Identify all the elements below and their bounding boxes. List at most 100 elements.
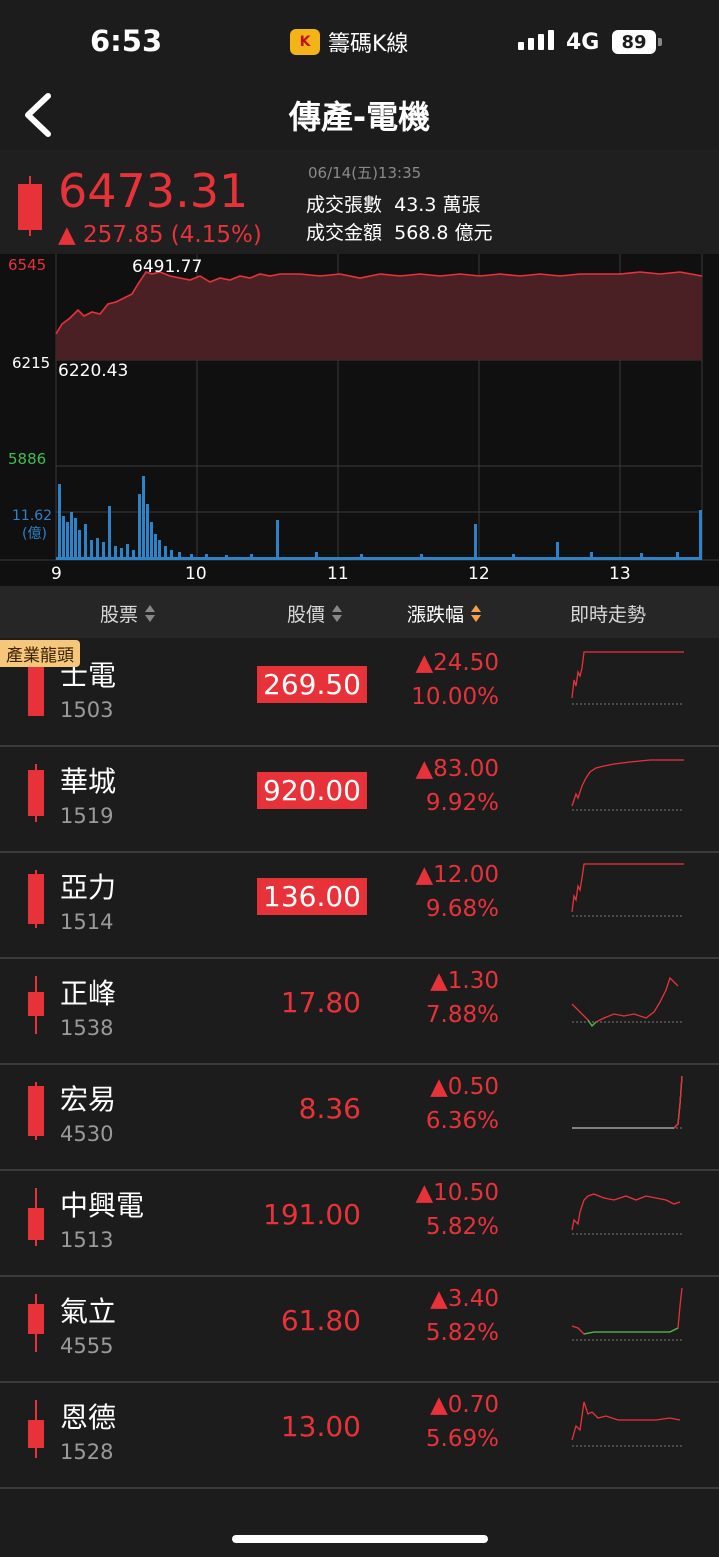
sort-price-button[interactable]: 股價 xyxy=(287,600,343,627)
stock-change-percent: 9.92% xyxy=(425,790,499,816)
stock-price: 17.80 xyxy=(280,986,361,1019)
stock-name: 正峰 xyxy=(60,977,117,1010)
x-tick: 9 xyxy=(51,564,62,584)
stock-change-percent: 7.88% xyxy=(425,1002,499,1028)
stock-code: 4530 xyxy=(60,1122,114,1146)
battery-icon: 89 xyxy=(612,30,656,54)
up-candle-icon xyxy=(28,1400,44,1458)
quote-datetime: 06/14(五)13:35 xyxy=(308,164,422,182)
stock-price: 13.00 xyxy=(280,1410,361,1443)
industry-leader-badge: 產業龍頭 xyxy=(0,640,80,667)
sparkline-chart xyxy=(572,1075,684,1129)
amount-stat: 成交金額 568.8 億元 xyxy=(306,222,493,244)
stock-code: 4555 xyxy=(60,1334,114,1358)
index-change: ▲ 257.85 (4.15%) xyxy=(58,222,262,248)
stock-row[interactable]: 華城 1519 920.00 ▲83.00 9.92% xyxy=(0,746,719,853)
status-app: K 籌碼K線 xyxy=(290,26,408,58)
up-candle-icon xyxy=(28,1294,44,1352)
stock-code: 1513 xyxy=(60,1228,114,1252)
stock-change: ▲1.30 xyxy=(430,968,499,994)
stock-name: 亞力 xyxy=(60,871,117,904)
stock-change-percent: 9.68% xyxy=(425,896,499,922)
sparkline-chart xyxy=(571,1193,684,1235)
y-mid-label: 6215 xyxy=(12,354,50,372)
stock-row[interactable]: 中興電 1513 191.00 ▲10.50 5.82% xyxy=(0,1170,719,1277)
sort-stock-button[interactable]: 股票 xyxy=(100,600,156,627)
stock-name: 中興電 xyxy=(60,1189,145,1222)
sparkline-chart xyxy=(571,1401,684,1447)
stock-code: 1514 xyxy=(60,910,114,934)
y-low-label: 5886 xyxy=(8,450,46,468)
stock-name: 氣立 xyxy=(60,1295,117,1328)
stock-price: 269.50 xyxy=(257,666,367,703)
sparkline-chart xyxy=(571,863,684,917)
x-tick: 10 xyxy=(185,564,207,584)
up-candle-icon xyxy=(18,176,42,236)
page-title: 傳產-電機 xyxy=(288,98,431,136)
up-candle-icon xyxy=(28,1188,44,1246)
up-candle-icon xyxy=(28,870,44,928)
chart-min-label: 6220.43 xyxy=(58,361,128,381)
stock-code: 1503 xyxy=(60,698,114,722)
status-app-name: 籌碼K線 xyxy=(328,32,409,57)
stock-change: ▲83.00 xyxy=(415,756,499,782)
stock-price: 136.00 xyxy=(257,878,367,915)
sort-icon xyxy=(144,604,156,623)
stock-price: 920.00 xyxy=(257,772,367,809)
sparkline-chart xyxy=(571,651,684,705)
volume-unit-label: (億) xyxy=(22,526,47,542)
stock-code: 1528 xyxy=(60,1440,114,1464)
stock-change: ▲10.50 xyxy=(415,1180,499,1206)
up-candle-icon xyxy=(28,976,44,1034)
up-candle-icon xyxy=(28,1082,44,1140)
stock-change: ▲0.70 xyxy=(430,1392,499,1418)
sort-active-icon xyxy=(470,604,482,623)
price-area xyxy=(56,272,702,360)
stock-row[interactable]: 亞力 1514 136.00 ▲12.00 9.68% xyxy=(0,852,719,959)
battery-nub xyxy=(658,38,662,46)
stock-change: ▲0.50 xyxy=(430,1074,499,1100)
stock-row[interactable]: 恩德 1528 13.00 ▲0.70 5.69% xyxy=(0,1382,719,1489)
trend-column-header: 即時走勢 xyxy=(570,604,647,626)
sort-icon xyxy=(331,604,343,623)
stock-change-percent: 5.82% xyxy=(425,1214,499,1240)
stock-price: 191.00 xyxy=(263,1198,361,1231)
signal-icon xyxy=(518,30,554,50)
stock-row[interactable]: 士電 1503 269.50 ▲24.50 10.00% xyxy=(0,640,719,747)
stock-change-percent: 10.00% xyxy=(411,684,499,710)
stock-change-percent: 6.36% xyxy=(425,1108,499,1134)
index-price: 6473.31 xyxy=(58,164,249,218)
stock-name: 恩德 xyxy=(60,1401,117,1434)
volume-max-label: 11.62 xyxy=(12,508,52,524)
home-indicator[interactable] xyxy=(232,1535,488,1543)
sparkline-chart xyxy=(571,976,684,1028)
sparkline-chart xyxy=(571,1287,684,1341)
x-tick: 13 xyxy=(609,564,631,584)
stock-change-percent: 5.82% xyxy=(425,1320,499,1346)
chart-max-label: 6491.77 xyxy=(132,257,202,277)
stock-change: ▲12.00 xyxy=(415,862,499,888)
stock-change: ▲3.40 xyxy=(430,1286,499,1312)
stock-code: 1519 xyxy=(60,804,114,828)
x-tick: 11 xyxy=(327,564,349,584)
up-candle-icon xyxy=(28,764,44,822)
stock-price: 8.36 xyxy=(298,1092,361,1125)
x-tick: 12 xyxy=(468,564,490,584)
stock-row[interactable]: 氣立 4555 61.80 ▲3.40 5.82% xyxy=(0,1276,719,1383)
intraday-chart[interactable]: 6545 6215 5886 6491.77 6220.43 11.62 (億)… xyxy=(0,254,719,586)
stock-change: ▲24.50 xyxy=(415,650,499,676)
network-type: 4G xyxy=(566,30,600,55)
sparkline-chart xyxy=(571,759,684,811)
volume-bars xyxy=(56,476,702,560)
stock-change-percent: 5.69% xyxy=(425,1426,499,1452)
app-logo-icon: K xyxy=(290,29,320,55)
stock-price: 61.80 xyxy=(280,1304,361,1337)
back-arrow-icon[interactable] xyxy=(20,92,66,138)
stock-name: 華城 xyxy=(60,765,117,798)
stock-name: 宏易 xyxy=(60,1083,117,1116)
status-time: 6:53 xyxy=(90,24,163,58)
sort-change-button[interactable]: 漲跌幅 xyxy=(407,600,482,627)
stock-row[interactable]: 正峰 1538 17.80 ▲1.30 7.88% xyxy=(0,958,719,1065)
y-high-label: 6545 xyxy=(8,256,46,274)
stock-row[interactable]: 宏易 4530 8.36 ▲0.50 6.36% xyxy=(0,1064,719,1171)
